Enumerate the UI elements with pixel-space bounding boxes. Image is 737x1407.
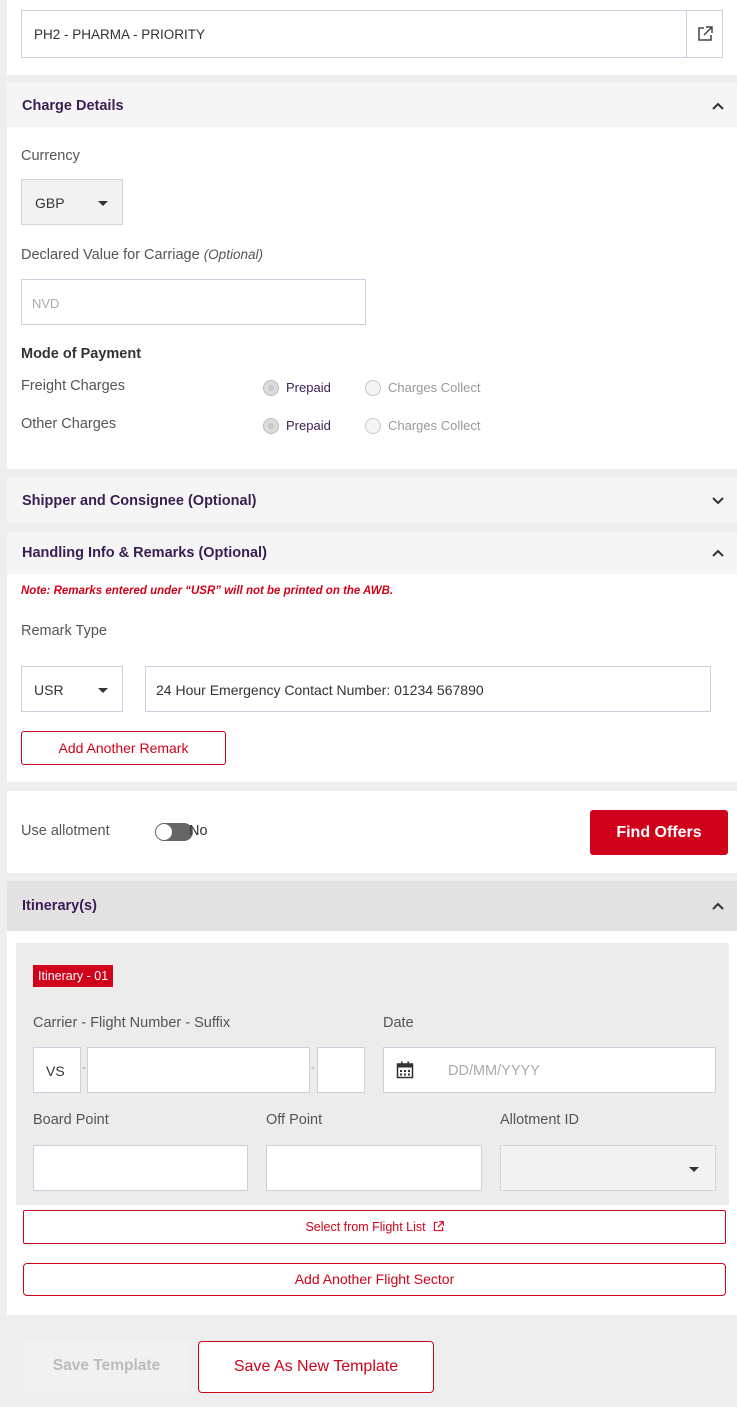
date-label: Date xyxy=(383,1015,414,1031)
toggle-state: No xyxy=(189,823,208,839)
itinerary-panel: Itinerary - 01 Carrier - Flight Number -… xyxy=(16,943,729,1205)
remark-text-value: 24 Hour Emergency Contact Number: 01234 … xyxy=(156,682,484,698)
other-collect-label: Charges Collect xyxy=(388,418,481,433)
other-prepaid-label: Prepaid xyxy=(286,418,331,433)
freight-collect-label: Charges Collect xyxy=(388,380,481,395)
save-as-new-template-button[interactable]: Save As New Template xyxy=(198,1341,434,1393)
declared-label: Declared Value for Carriage (Optional) xyxy=(21,247,263,263)
off-point-label: Off Point xyxy=(266,1112,323,1128)
declared-optional: (Optional) xyxy=(203,247,263,262)
remark-text-input[interactable]: 24 Hour Emergency Contact Number: 01234 … xyxy=(145,666,711,712)
usr-note: Note: Remarks entered under “USR” will n… xyxy=(21,585,394,597)
external-link-icon xyxy=(698,26,713,41)
allotment-id-select[interactable] xyxy=(500,1145,716,1191)
charge-details-body: Currency GBP Declared Value for Carriage… xyxy=(7,127,737,469)
charge-details-title: Charge Details xyxy=(22,98,124,114)
freight-prepaid-radio[interactable] xyxy=(263,380,279,396)
remark-type-label: Remark Type xyxy=(21,623,107,639)
itinerary-badge: Itinerary - 01 xyxy=(33,965,114,987)
find-offers-label: Find Offers xyxy=(616,824,702,841)
chevron-down-icon xyxy=(98,688,108,693)
itinerary-body: Itinerary - 01 Carrier - Flight Number -… xyxy=(7,931,737,1315)
external-link-icon-box[interactable] xyxy=(686,11,722,57)
product-field[interactable]: PH2 - PHARMA - PRIORITY xyxy=(21,10,723,58)
currency-label: Currency xyxy=(21,148,80,164)
product-value: PH2 - PHARMA - PRIORITY xyxy=(34,27,206,42)
add-remark-label: Add Another Remark xyxy=(58,740,189,756)
save-template-button[interactable]: Save Template xyxy=(24,1340,189,1392)
dash-separator-2: - xyxy=(311,1060,315,1074)
calendar-icon xyxy=(396,1061,414,1079)
chevron-up-icon xyxy=(712,902,724,910)
remark-type-value: USR xyxy=(34,682,64,698)
itinerary-header[interactable]: Itinerary(s) xyxy=(7,881,737,931)
handling-body: Note: Remarks entered under “USR” will n… xyxy=(7,574,737,782)
toggle-knob xyxy=(156,824,172,840)
shipper-consignee-title: Shipper and Consignee (Optional) xyxy=(22,493,257,509)
use-allotment-label: Use allotment xyxy=(21,823,110,839)
declared-placeholder: NVD xyxy=(32,296,60,311)
select-flight-list-button[interactable]: Select from Flight List xyxy=(23,1210,726,1244)
charge-details-header[interactable]: Charge Details xyxy=(7,83,737,127)
other-charges-label: Other Charges xyxy=(21,416,117,432)
date-input[interactable]: DD/MM/YYYY xyxy=(383,1047,716,1093)
off-point-input[interactable] xyxy=(266,1145,482,1191)
add-remark-button[interactable]: Add Another Remark xyxy=(21,731,226,765)
dash-separator-1: - xyxy=(82,1060,86,1074)
allotment-toggle[interactable] xyxy=(155,823,193,841)
freight-prepaid-label: Prepaid xyxy=(286,380,331,395)
select-flight-list-label: Select from Flight List xyxy=(305,1220,426,1234)
currency-value: GBP xyxy=(35,195,65,211)
itinerary-title: Itinerary(s) xyxy=(22,898,97,914)
other-prepaid-radio[interactable] xyxy=(263,418,279,434)
remark-type-select[interactable]: USR xyxy=(21,666,123,712)
add-flight-sector-label: Add Another Flight Sector xyxy=(294,1271,455,1287)
chevron-down-icon xyxy=(689,1167,699,1172)
other-collect-radio[interactable] xyxy=(365,418,381,434)
allotment-id-label: Allotment ID xyxy=(500,1112,579,1128)
carrier-code-value: VS xyxy=(46,1063,65,1079)
save-as-new-template-label: Save As New Template xyxy=(233,1358,399,1375)
board-point-input[interactable] xyxy=(33,1145,248,1191)
shipper-consignee-header[interactable]: Shipper and Consignee (Optional) xyxy=(7,478,737,523)
chevron-up-icon xyxy=(712,102,724,110)
freight-collect-radio[interactable] xyxy=(365,380,381,396)
flight-number-input[interactable] xyxy=(87,1047,310,1093)
mode-of-payment-title: Mode of Payment xyxy=(21,346,142,362)
save-template-label: Save Template xyxy=(52,1357,161,1374)
suffix-input[interactable] xyxy=(317,1047,365,1093)
date-placeholder: DD/MM/YYYY xyxy=(448,1063,540,1079)
chevron-up-icon xyxy=(712,549,724,557)
chevron-down-icon xyxy=(712,497,724,505)
allotment-bar: Use allotment No Find Offers xyxy=(7,791,737,873)
carrier-code-input[interactable]: VS xyxy=(33,1047,81,1093)
carrier-label: Carrier - Flight Number - Suffix xyxy=(33,1015,231,1031)
find-offers-button[interactable]: Find Offers xyxy=(590,810,728,855)
declared-value-input[interactable]: NVD xyxy=(21,279,366,325)
currency-select[interactable]: GBP xyxy=(21,179,123,225)
chevron-down-icon xyxy=(98,201,108,206)
external-link-icon xyxy=(433,1221,444,1232)
board-point-label: Board Point xyxy=(33,1112,109,1128)
product-card: PH2 - PHARMA - PRIORITY xyxy=(7,0,737,75)
handling-header[interactable]: Handling Info & Remarks (Optional) xyxy=(7,532,737,574)
add-flight-sector-button[interactable]: Add Another Flight Sector xyxy=(23,1263,726,1296)
freight-charges-label: Freight Charges xyxy=(21,378,125,394)
handling-title: Handling Info & Remarks (Optional) xyxy=(22,545,267,561)
